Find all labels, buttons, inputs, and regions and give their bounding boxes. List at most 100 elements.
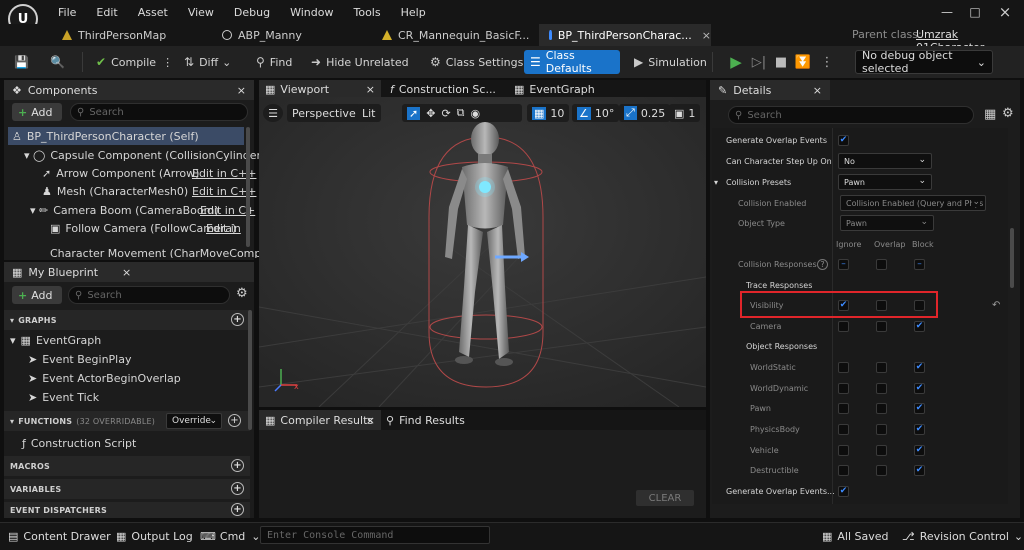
component-camera-boom[interactable]: ▾ ✏ Camera Boom (CameraBoom) Edit in C+: [30, 201, 255, 219]
scale-snap-button[interactable]: ⤢ 0.25: [619, 104, 671, 122]
class-settings-button[interactable]: ⚙ Class Settings: [424, 50, 529, 74]
menu-edit[interactable]: Edit: [86, 6, 127, 19]
select-icon[interactable]: ➚: [407, 106, 421, 120]
generate-overlap-2-checkbox[interactable]: ✔: [838, 485, 849, 497]
components-scrollbar[interactable]: [246, 127, 250, 247]
add-component-button[interactable]: + Add: [12, 103, 62, 121]
worldstatic-overlap-checkbox[interactable]: [876, 361, 887, 373]
simulation-button[interactable]: ▶ Simulation: [628, 50, 713, 74]
component-follow-camera[interactable]: ▣ Follow Camera (FollowCamera) Edit in: [50, 219, 241, 237]
grid-snap-button[interactable]: ▦ 10: [527, 104, 570, 122]
close-window-icon[interactable]: ×: [990, 0, 1020, 24]
destructible-overlap-checkbox[interactable]: [876, 464, 887, 476]
rotate-icon[interactable]: ⟳: [441, 107, 450, 120]
destructible-block-checkbox[interactable]: ✔: [914, 464, 925, 476]
menu-view[interactable]: View: [178, 6, 224, 19]
save-icon[interactable]: 💾: [8, 50, 34, 74]
camera-block-checkbox[interactable]: ✔: [914, 320, 925, 332]
ignore-all-checkbox[interactable]: –: [838, 258, 849, 270]
camera-ignore-checkbox[interactable]: [838, 320, 849, 332]
tab-thirdpersonmap[interactable]: ThirdPersonMap: [52, 24, 212, 46]
reset-to-default-icon[interactable]: ↶: [992, 300, 1000, 311]
add-member-button[interactable]: + Add: [12, 286, 62, 304]
class-defaults-button[interactable]: ☰ Class Defaults: [524, 49, 620, 75]
minimize-icon[interactable]: —: [932, 0, 962, 24]
construction-script-item[interactable]: ƒ Construction Script: [22, 434, 136, 452]
details-settings-gear-icon[interactable]: ⚙: [1002, 106, 1014, 121]
macros-section-header[interactable]: MACROS +: [4, 456, 250, 476]
find-button[interactable]: ⚲ Find: [250, 50, 298, 74]
scale-icon[interactable]: ⧉: [457, 106, 465, 120]
menu-debug[interactable]: Debug: [224, 6, 280, 19]
vehicle-overlap-checkbox[interactable]: [876, 444, 887, 456]
worlddynamic-block-checkbox[interactable]: ✔: [914, 382, 925, 394]
close-panel-icon[interactable]: ×: [237, 84, 246, 97]
add-function-icon[interactable]: +: [228, 414, 241, 427]
worlddynamic-overlap-checkbox[interactable]: [876, 382, 887, 394]
worldstatic-block-checkbox[interactable]: ✔: [914, 361, 925, 373]
add-graph-icon[interactable]: +: [231, 313, 244, 326]
browse-icon[interactable]: 🔍: [44, 50, 70, 74]
pawn-ignore-checkbox[interactable]: [838, 402, 849, 414]
viewport-menu-icon[interactable]: ☰: [263, 104, 283, 122]
move-icon[interactable]: ✥: [426, 107, 435, 120]
debug-object-select[interactable]: No debug object selected ⌄: [855, 49, 993, 75]
tab-cr-mannequin[interactable]: CR_Mannequin_BasicF...: [372, 24, 537, 46]
event-actorbeginoverlap[interactable]: ➤ Event ActorBeginOverlap: [28, 369, 181, 387]
tab-viewport[interactable]: ▦ Viewport ×: [259, 80, 381, 98]
components-search[interactable]: ⚲ Search: [70, 103, 248, 121]
cmd-button[interactable]: ⌨ Cmd ⌄: [200, 527, 261, 545]
overlap-all-checkbox[interactable]: [876, 258, 887, 270]
help-icon[interactable]: ?: [817, 258, 828, 270]
block-all-checkbox[interactable]: –: [914, 258, 925, 270]
clear-button[interactable]: CLEAR: [636, 490, 694, 506]
physicsbody-block-checkbox[interactable]: ✔: [914, 423, 925, 435]
eject-icon[interactable]: ⏬: [794, 52, 812, 72]
pawn-block-checkbox[interactable]: ✔: [914, 402, 925, 414]
graphs-section-header[interactable]: ▾ GRAPHS +: [4, 310, 250, 330]
vehicle-ignore-checkbox[interactable]: [838, 444, 849, 456]
generate-overlap-checkbox[interactable]: ✔: [838, 134, 849, 146]
details-search[interactable]: ⚲ Search: [728, 106, 974, 124]
tab-find-results[interactable]: ⚲ Find Results: [386, 410, 465, 430]
perspective-button[interactable]: Perspective: [287, 104, 361, 122]
my-blueprint-search[interactable]: ⚲ Search: [68, 286, 230, 304]
play-options-icon[interactable]: ⋮: [818, 52, 836, 72]
graph-eventgraph[interactable]: ▾ ▦ EventGraph: [10, 331, 101, 349]
rotation-snap-button[interactable]: ∠ 10°: [572, 104, 620, 122]
override-dropdown[interactable]: Override ⌄: [166, 413, 222, 429]
close-panel-icon[interactable]: ×: [813, 84, 822, 97]
all-saved-button[interactable]: ▦ All Saved: [822, 527, 889, 545]
add-dispatcher-icon[interactable]: +: [231, 503, 244, 516]
tab-abp-manny[interactable]: ABP_Manny: [212, 24, 372, 46]
maximize-icon[interactable]: □: [960, 0, 990, 24]
component-mesh[interactable]: ♟ Mesh (CharacterMesh0) Edit in C++: [42, 182, 256, 200]
close-tab-icon[interactable]: ×: [702, 29, 711, 42]
physicsbody-overlap-checkbox[interactable]: [876, 423, 887, 435]
compile-button[interactable]: ✔ Compile ⋮: [90, 50, 179, 74]
tab-eventgraph[interactable]: ▦ EventGraph: [510, 80, 620, 98]
lit-button[interactable]: Lit: [357, 104, 381, 122]
hide-unrelated-button[interactable]: ➜ Hide Unrelated: [305, 50, 415, 74]
event-beginplay[interactable]: ➤ Event BeginPlay: [28, 350, 132, 368]
output-log-button[interactable]: ▦ Output Log: [116, 527, 193, 545]
diff-button[interactable]: ⇅ Diff ⌄: [178, 50, 237, 74]
settings-gear-icon[interactable]: ⚙: [236, 286, 248, 301]
object-type-combo[interactable]: Pawn ⌄: [840, 215, 934, 231]
dispatchers-section-header[interactable]: EVENT DISPATCHERS +: [4, 502, 250, 518]
worldstatic-ignore-checkbox[interactable]: [838, 361, 849, 373]
variables-section-header[interactable]: VARIABLES +: [4, 479, 250, 499]
destructible-ignore-checkbox[interactable]: [838, 464, 849, 476]
step-icon[interactable]: ▷|: [750, 52, 768, 72]
add-variable-icon[interactable]: +: [231, 482, 244, 495]
camera-overlap-checkbox[interactable]: [876, 320, 887, 332]
close-tab-icon[interactable]: ×: [366, 83, 375, 96]
content-drawer-button[interactable]: ▤ Content Drawer: [8, 527, 111, 545]
viewport[interactable]: x ☰ Perspective Lit ➚ ✥ ⟳ ⧉ ◉ ▦ 10 ∠ 10° ⤢…: [259, 97, 706, 407]
vehicle-block-checkbox[interactable]: ✔: [914, 444, 925, 456]
stop-icon[interactable]: ■: [772, 52, 790, 72]
menu-help[interactable]: Help: [391, 6, 436, 19]
revision-control-button[interactable]: ⎇ Revision Control ⌄: [902, 527, 1023, 545]
collision-enabled-combo[interactable]: Collision Enabled (Query and Phys ⌄: [840, 195, 986, 211]
menu-window[interactable]: Window: [280, 6, 343, 19]
